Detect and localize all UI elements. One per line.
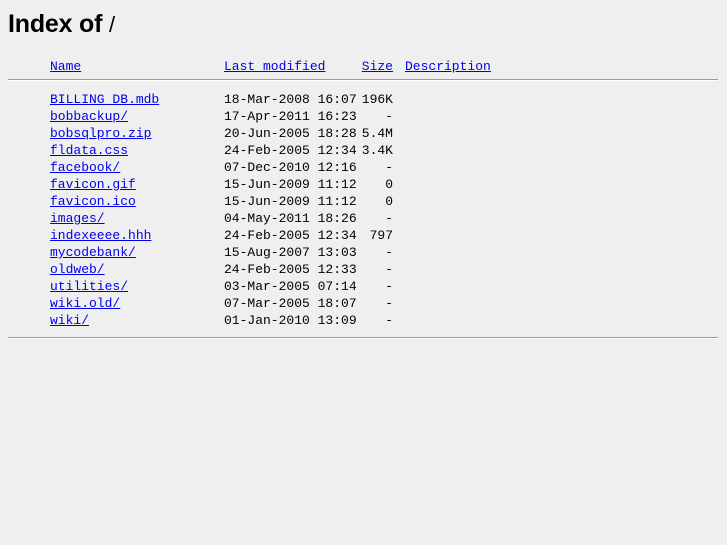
cell-name: oldweb/ bbox=[50, 262, 105, 277]
column-header-last-modified[interactable]: Last modified bbox=[224, 59, 325, 74]
table-row: bobbackup/17-Apr-2011 16:23- bbox=[0, 109, 727, 126]
cell-name: mycodebank/ bbox=[50, 245, 136, 260]
file-link[interactable]: favicon.gif bbox=[50, 177, 136, 192]
table-row: fldata.css 24-Feb-2005 12:34 3.4K bbox=[0, 143, 727, 160]
cell-name: indexeeee.hhh bbox=[50, 228, 151, 243]
table-row: indexeeee.hhh 24-Feb-2005 12:34 797 bbox=[0, 228, 727, 245]
cell-name: bobsqlpro.zip bbox=[50, 126, 151, 141]
table-row: facebook/07-Dec-2010 12:16- bbox=[0, 160, 727, 177]
page-title-prefix: Index of bbox=[8, 10, 109, 38]
cell-name: favicon.gif bbox=[50, 177, 136, 192]
cell-size: 797 bbox=[369, 228, 393, 243]
cell-name: utilities/ bbox=[50, 279, 128, 294]
cell-size: 5.4M bbox=[361, 126, 393, 141]
cell-size: - bbox=[385, 262, 393, 277]
table-row: wiki/01-Jan-2010 13:09- bbox=[0, 313, 727, 330]
file-link[interactable]: utilities/ bbox=[50, 279, 128, 294]
file-link[interactable]: oldweb/ bbox=[50, 262, 105, 277]
file-link[interactable]: bobbackup/ bbox=[50, 109, 128, 124]
cell-size: 0 bbox=[385, 194, 393, 209]
page-title: Index of / bbox=[0, 0, 727, 37]
cell-size: - bbox=[385, 211, 393, 226]
table-row: bobsqlpro.zip 20-Jun-2005 18:28 5.4M bbox=[0, 126, 727, 143]
cell-name: facebook/ bbox=[50, 160, 120, 175]
file-link[interactable]: wiki.old/ bbox=[50, 296, 120, 311]
file-link[interactable]: indexeeee.hhh bbox=[50, 228, 151, 243]
table-row: BILLING_DB.mdb 18-Mar-2008 16:07 196K bbox=[0, 92, 727, 109]
cell-size: - bbox=[385, 109, 393, 124]
cell-size: - bbox=[385, 313, 393, 328]
file-link[interactable]: facebook/ bbox=[50, 160, 120, 175]
table-row: wiki.old/07-Mar-2005 18:07- bbox=[0, 296, 727, 313]
file-link[interactable]: favicon.ico bbox=[50, 194, 136, 209]
cell-name: BILLING_DB.mdb bbox=[50, 92, 159, 107]
divider-bottom bbox=[8, 337, 718, 339]
cell-size: - bbox=[385, 245, 393, 260]
cell-name: wiki/ bbox=[50, 313, 89, 328]
column-header-description[interactable]: Description bbox=[405, 59, 491, 74]
file-link[interactable]: bobsqlpro.zip bbox=[50, 126, 151, 141]
table-row: mycodebank/15-Aug-2007 13:03- bbox=[0, 245, 727, 262]
cell-size: - bbox=[385, 279, 393, 294]
table-row: images/04-May-2011 18:26- bbox=[0, 211, 727, 228]
file-link[interactable]: wiki/ bbox=[50, 313, 89, 328]
cell-name: wiki.old/ bbox=[50, 296, 120, 311]
cell-size: 3.4K bbox=[361, 143, 393, 158]
column-header-name[interactable]: Name bbox=[50, 59, 81, 74]
sort-by-name-link[interactable]: Name bbox=[50, 59, 81, 74]
cell-name: favicon.ico bbox=[50, 194, 136, 209]
cell-size: 0 bbox=[385, 177, 393, 192]
table-row: favicon.ico 15-Jun-2009 11:12 0 bbox=[0, 194, 727, 211]
file-link[interactable]: images/ bbox=[50, 211, 105, 226]
cell-name: fldata.css bbox=[50, 143, 128, 158]
sort-by-last-modified-link[interactable]: Last modified bbox=[224, 59, 325, 74]
cell-name: bobbackup/ bbox=[50, 109, 128, 124]
file-link[interactable]: mycodebank/ bbox=[50, 245, 136, 260]
file-link[interactable]: BILLING_DB.mdb bbox=[50, 92, 159, 107]
sort-by-description-link[interactable]: Description bbox=[405, 59, 491, 74]
cell-name: images/ bbox=[50, 211, 105, 226]
table-header-row: Name Last modified Size Description bbox=[0, 59, 727, 76]
cell-size: - bbox=[385, 160, 393, 175]
table-row: utilities/03-Mar-2005 07:14- bbox=[0, 279, 727, 296]
file-link[interactable]: fldata.css bbox=[50, 143, 128, 158]
divider-top bbox=[8, 79, 718, 81]
sort-by-size-link[interactable]: Size bbox=[362, 59, 393, 74]
table-row: favicon.gif 15-Jun-2009 11:12 0 bbox=[0, 177, 727, 194]
page-title-path: / bbox=[108, 12, 115, 37]
cell-size: 196K bbox=[361, 92, 393, 107]
cell-size: - bbox=[385, 296, 393, 311]
table-row: oldweb/24-Feb-2005 12:33- bbox=[0, 262, 727, 279]
column-header-size[interactable]: Size bbox=[333, 59, 393, 74]
